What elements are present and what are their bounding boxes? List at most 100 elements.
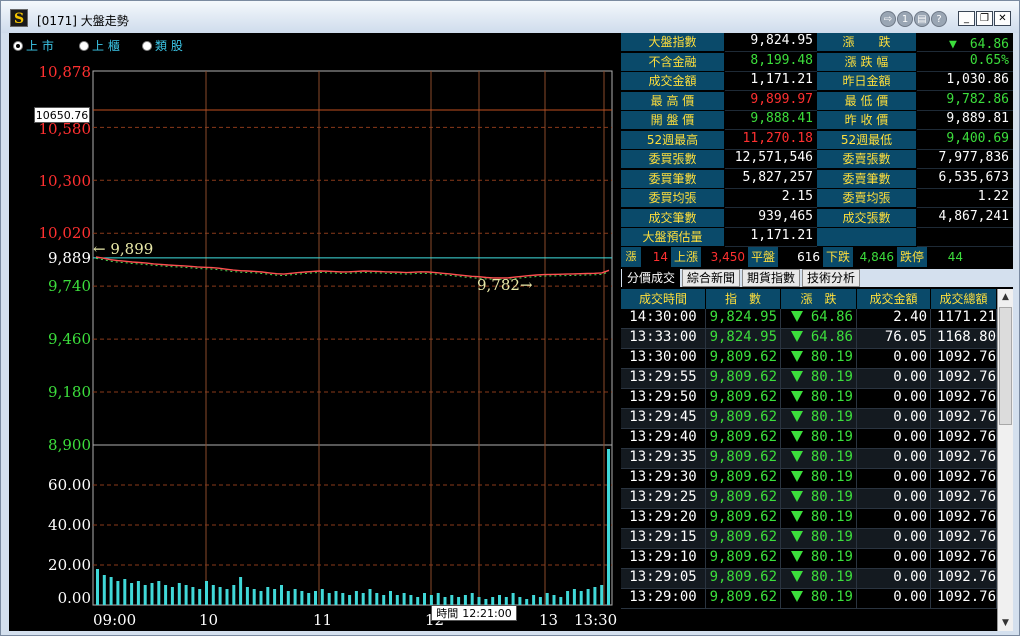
table-row[interactable]: 13:33:00 9,824.95 64.86 76.05 1168.80 [621,329,997,349]
table-row[interactable]: 13:29:55 9,809.62 80.19 0.00 1092.76 [621,369,997,389]
trade-time: 13:29:05 [621,569,706,589]
low-annotation: 9,782→ [477,276,533,294]
trade-time: 13:29:15 [621,529,706,549]
index-chart[interactable]: 10,878 10,580 10,300 10,020 9,889 9,740 … [9,57,621,631]
table-row[interactable]: 13:29:15 9,809.62 80.19 0.00 1092.76 [621,529,997,549]
info-icon[interactable]: 1 [897,11,913,27]
link-icon[interactable]: ⇨ [880,11,896,27]
table-row[interactable]: 13:29:20 9,809.62 80.19 0.00 1092.76 [621,509,997,529]
volume-bar [504,597,508,605]
trade-time: 13:29:40 [621,429,706,449]
stat-value: 9,889.81 [917,111,1013,130]
down-arrow-icon [790,511,803,522]
app-window: S [0171] 大盤走勢 ⇨ 1 ▤ ? _ ❐ ✕ 上 市 上 櫃 類 股 … [0,0,1020,636]
volume-bar [102,575,106,605]
column-header[interactable]: 成交金額 [857,289,931,309]
volume-bar [579,591,583,605]
table-row[interactable]: 13:29:35 9,809.62 80.19 0.00 1092.76 [621,449,997,469]
table-row[interactable]: 13:29:30 9,809.62 80.19 0.00 1092.76 [621,469,997,489]
cursor-time-value: 12:21:00 [462,606,512,620]
trade-total: 1092.76 [931,449,997,469]
stat-row: 委買均張 2.15 委賣均張 1.22 [621,189,1013,208]
table-row[interactable]: 13:29:10 9,809.62 80.19 0.00 1092.76 [621,549,997,569]
stat-value: 2.15 [725,189,817,208]
trade-total: 1092.76 [931,409,997,429]
volume-bar [368,589,372,605]
change-value: 80.19 [810,569,853,585]
volume-bar [572,589,576,605]
table-row[interactable]: 14:30:00 9,824.95 64.86 2.40 1171.21 [621,309,997,329]
close-button[interactable]: ✕ [994,11,1011,26]
trade-total: 1092.76 [931,549,997,569]
table-row[interactable]: 13:29:50 9,809.62 80.19 0.00 1092.76 [621,389,997,409]
trade-change: 64.86 [781,309,857,329]
volume-tick: 0.00 [57,589,91,607]
volume-tick: 60.00 [48,476,91,494]
table-row[interactable]: 13:30:00 9,809.62 80.19 0.00 1092.76 [621,349,997,369]
column-header[interactable]: 漲 跌 [781,289,857,309]
column-header[interactable]: 成交總額 [931,289,997,309]
column-header[interactable]: 成交時間 [621,289,706,309]
title-bar[interactable]: S [0171] 大盤走勢 ⇨ 1 ▤ ? _ ❐ ✕ [1,1,1019,33]
scroll-up-icon[interactable]: ▲ [998,289,1013,305]
table-row[interactable]: 13:29:40 9,809.62 80.19 0.00 1092.76 [621,429,997,449]
volume-bar [491,597,495,605]
radio-otc[interactable]: 上 櫃 [79,37,120,54]
up-count: 3,450 [710,250,745,264]
help-icon[interactable]: ? [931,11,947,27]
stat-value: 939,465 [725,208,817,228]
volume-bar [498,595,501,605]
column-header[interactable]: 指 數 [706,289,781,309]
volume-bar [443,597,447,605]
tab-technical[interactable]: 技術分析 [802,269,861,287]
change-value: 64.86 [810,329,853,345]
trade-index: 9,809.62 [706,589,781,609]
stat-row: 最 高 價 9,899.97 最 低 價 9,782.86 [621,91,1013,111]
volume-bar [423,593,426,605]
trade-change: 80.19 [781,589,857,609]
trade-time: 13:29:30 [621,469,706,489]
table-row[interactable]: 13:29:00 9,809.62 80.19 0.00 1092.76 [621,589,997,609]
stat-label: 委賣均張 [817,189,917,208]
volume-bar [361,593,365,605]
stat-value: 4,867,241 [917,208,1013,228]
volume-bar [177,583,181,605]
table-row[interactable]: 13:29:45 9,809.62 80.19 0.00 1092.76 [621,409,997,429]
volume-bar [341,593,345,605]
tab-news[interactable]: 綜合新聞 [682,269,741,287]
volume-bar [511,593,515,605]
stat-value: 1,030.86 [917,72,1013,91]
limit-down-label: 跌停 [897,247,927,267]
trade-amount: 0.00 [857,489,931,509]
print-icon[interactable]: ▤ [914,11,930,27]
volume-bar [545,593,549,605]
volume-bar [314,591,317,605]
stat-row: 成交筆數 939,465 成交張數 4,867,241 [621,208,1013,228]
maximize-button[interactable]: ❐ [976,11,993,26]
volume-bar [429,595,433,605]
radio-listed[interactable]: 上 市 [13,37,54,54]
volume-bar [259,591,263,605]
minimize-button[interactable]: _ [958,11,975,26]
tab-futures[interactable]: 期貨指數 [742,269,801,287]
price-tick: 10,020 [38,224,92,242]
trade-total: 1171.21 [931,309,997,329]
volume-bar [593,587,597,605]
trades-table[interactable]: 成交時間指 數漲 跌成交金額 成交總額 14:30:00 9,824.95 64.86 2… [621,289,997,631]
trade-change: 80.19 [781,449,857,469]
stat-value: 1.22 [917,189,1013,208]
market-breadth: 漲停 14 上漲 3,450 平盤 616 下跌 4,846 跌停 44 [621,247,1013,283]
scroll-down-icon[interactable]: ▼ [998,615,1013,631]
table-row[interactable]: 13:29:25 9,809.62 80.19 0.00 1092.76 [621,489,997,509]
tab-price-trades[interactable]: 分價成交 [622,269,681,287]
trade-time: 14:30:00 [621,309,706,329]
table-scrollbar[interactable]: ▲ ▼ [997,289,1013,631]
market-selector: 上 市 上 櫃 類 股 [9,33,621,57]
change-value: 80.19 [810,429,853,445]
trade-total: 1092.76 [931,429,997,449]
table-row[interactable]: 13:29:05 9,809.62 80.19 0.00 1092.76 [621,569,997,589]
stat-row: 委買筆數 5,827,257 委賣筆數 6,535,673 [621,169,1013,189]
radio-sector[interactable]: 類 股 [142,37,183,54]
scroll-thumb[interactable] [999,307,1012,425]
time-tick: 13:30 [574,611,618,629]
